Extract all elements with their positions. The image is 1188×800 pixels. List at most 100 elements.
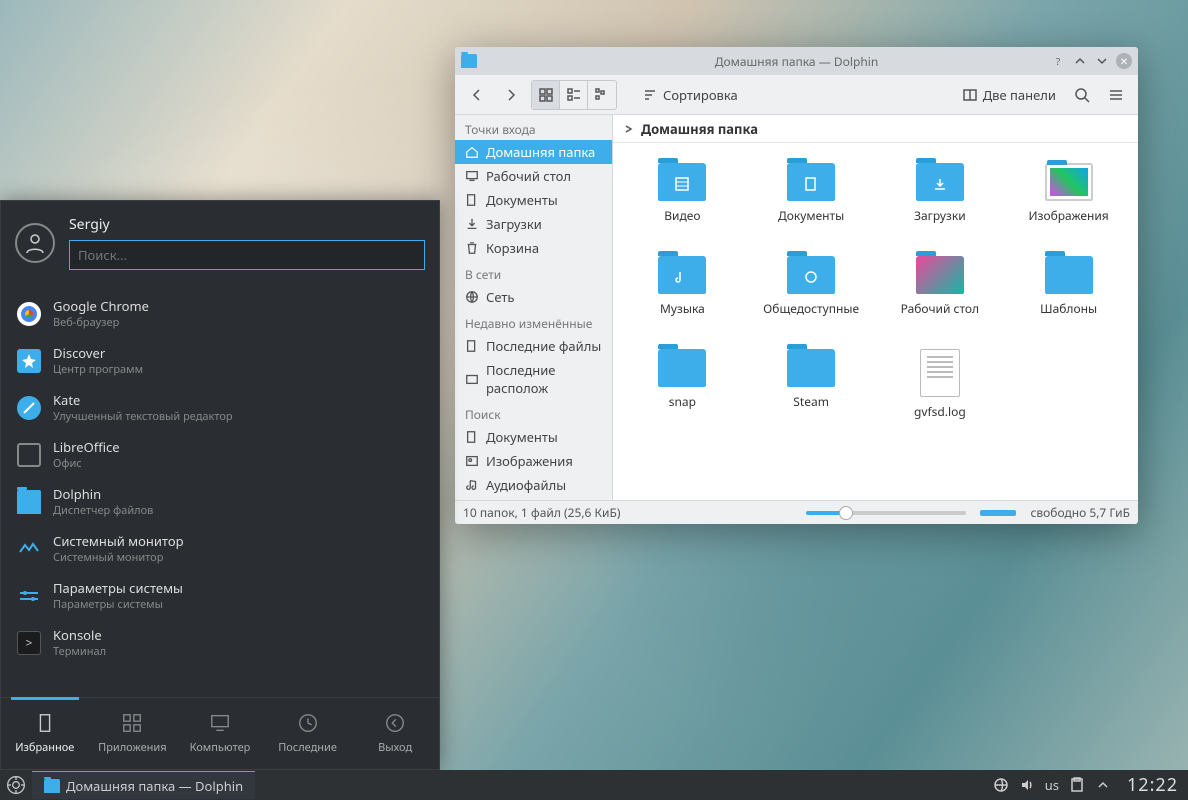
system-tray: us 12:22 xyxy=(993,773,1184,797)
folder-item[interactable]: Музыка xyxy=(623,252,742,321)
app-name: Системный монитор xyxy=(53,532,183,550)
folder-icon xyxy=(916,163,964,201)
clipboard-icon[interactable] xyxy=(1069,777,1085,793)
places-section-header: Точки входа xyxy=(455,115,612,140)
place-recent-files[interactable]: Последние файлы xyxy=(455,334,612,358)
places-section-recent: Недавно изменённые xyxy=(455,309,612,334)
places-section-search: Поиск xyxy=(455,400,612,425)
place-documents[interactable]: Документы xyxy=(455,188,612,212)
task-title: Домашняя папка — Dolphin xyxy=(66,777,243,795)
sort-label: Сортировка xyxy=(663,86,738,104)
tab-recent[interactable]: Последние xyxy=(264,698,352,769)
folder-item[interactable]: Изображения xyxy=(1009,159,1128,228)
network-icon[interactable] xyxy=(993,777,1009,793)
app-sysmon[interactable]: Системный мониторСистемный монитор xyxy=(1,525,439,572)
sort-button[interactable]: Сортировка xyxy=(637,86,744,104)
app-name: LibreOffice xyxy=(53,438,120,456)
view-mode-group xyxy=(531,80,617,110)
breadcrumb[interactable]: Домашняя папка xyxy=(613,115,1138,143)
toolbar: Сортировка Две панели xyxy=(455,75,1138,115)
tab-leave[interactable]: Выход xyxy=(351,698,439,769)
start-menu: Sergiy Google ChromeВеб-браузерDiscoverЦ… xyxy=(0,200,440,770)
folder-item[interactable]: Шаблоны xyxy=(1009,252,1128,321)
folder-icon xyxy=(658,349,706,387)
icons-view-button[interactable] xyxy=(532,81,560,109)
zoom-slider[interactable] xyxy=(806,511,966,515)
folder-icon xyxy=(1045,163,1093,201)
folder-item[interactable]: Steam xyxy=(752,345,871,424)
app-name: Kate xyxy=(53,391,233,409)
app-chrome[interactable]: Google ChromeВеб-браузер xyxy=(1,290,439,337)
discover-icon xyxy=(17,349,41,373)
folder-icon xyxy=(44,779,60,793)
compact-view-button[interactable] xyxy=(560,81,588,109)
keyboard-layout-indicator[interactable]: us xyxy=(1045,776,1059,794)
tab-applications[interactable]: Приложения xyxy=(89,698,177,769)
place-home[interactable]: Домашняя папка xyxy=(455,140,612,164)
place-downloads[interactable]: Загрузки xyxy=(455,212,612,236)
place-network[interactable]: Сеть xyxy=(455,285,612,309)
maximize-button[interactable] xyxy=(1094,53,1110,69)
folder-icon xyxy=(787,163,835,201)
app-name: Параметры системы xyxy=(53,579,183,597)
folder-item[interactable]: Рабочий стол xyxy=(881,252,1000,321)
libre-icon xyxy=(17,443,41,467)
folder-item[interactable]: Документы xyxy=(752,159,871,228)
kate-icon xyxy=(17,396,41,420)
statusbar: 10 папок, 1 файл (25,6 КиБ) свободно 5,7… xyxy=(455,500,1138,524)
file-item[interactable]: gvfsd.log xyxy=(881,345,1000,424)
app-desc: Параметры системы xyxy=(53,597,183,612)
breadcrumb-home[interactable]: Домашняя папка xyxy=(641,120,758,138)
taskbar-task-dolphin[interactable]: Домашняя папка — Dolphin xyxy=(32,771,255,799)
place-search-documents[interactable]: Документы xyxy=(455,425,612,449)
app-discover[interactable]: DiscoverЦентр программ xyxy=(1,337,439,384)
app-settings[interactable]: Параметры системыПараметры системы xyxy=(1,572,439,619)
file-label: Видео xyxy=(664,207,700,224)
place-search-images[interactable]: Изображения xyxy=(455,449,612,473)
app-libre[interactable]: LibreOfficeОфис xyxy=(1,431,439,478)
help-button[interactable]: ? xyxy=(1050,53,1066,69)
details-view-button[interactable] xyxy=(588,81,616,109)
place-search-audio[interactable]: Аудиофайлы xyxy=(455,473,612,497)
app-name: Konsole xyxy=(53,626,106,644)
place-desktop[interactable]: Рабочий стол xyxy=(455,164,612,188)
file-label: Документы xyxy=(778,207,844,224)
folder-item[interactable]: Видео xyxy=(623,159,742,228)
file-label: Изображения xyxy=(1029,207,1109,224)
split-view-button[interactable]: Две панели xyxy=(957,86,1062,104)
folder-item[interactable]: Общедоступные xyxy=(752,252,871,321)
start-menu-header: Sergiy xyxy=(1,201,439,284)
app-konsole[interactable]: >KonsoleТерминал xyxy=(1,619,439,666)
file-label: Steam xyxy=(793,393,829,410)
tray-expand-icon[interactable] xyxy=(1095,777,1111,793)
app-dolphin[interactable]: DolphinДиспетчер файлов xyxy=(1,478,439,525)
tab-favorites[interactable]: Избранное xyxy=(1,698,89,769)
folder-item[interactable]: Загрузки xyxy=(881,159,1000,228)
hamburger-menu-button[interactable] xyxy=(1102,81,1130,109)
app-desc: Центр программ xyxy=(53,362,143,377)
search-input[interactable] xyxy=(69,240,425,270)
close-button[interactable]: ✕ xyxy=(1116,53,1132,69)
folder-icon xyxy=(658,163,706,201)
app-kate[interactable]: KateУлучшенный текстовый редактор xyxy=(1,384,439,431)
folder-icon xyxy=(916,256,964,294)
forward-button[interactable] xyxy=(497,81,525,109)
folder-icon xyxy=(1045,256,1093,294)
search-button[interactable] xyxy=(1068,81,1096,109)
dolphin-icon xyxy=(17,490,41,514)
back-button[interactable] xyxy=(463,81,491,109)
file-label: gvfsd.log xyxy=(914,403,966,420)
clock[interactable]: 12:22 xyxy=(1121,773,1184,797)
taskbar: Домашняя папка — Dolphin us 12:22 xyxy=(0,770,1188,800)
minimize-button[interactable] xyxy=(1072,53,1088,69)
folder-item[interactable]: snap xyxy=(623,345,742,424)
place-recent-locations[interactable]: Последние располож xyxy=(455,358,612,400)
user-avatar[interactable] xyxy=(15,223,55,263)
tab-computer[interactable]: Компьютер xyxy=(176,698,264,769)
place-trash[interactable]: Корзина xyxy=(455,236,612,260)
file-label: Загрузки xyxy=(914,207,966,224)
volume-icon[interactable] xyxy=(1019,777,1035,793)
window-titlebar[interactable]: Домашняя папка — Dolphin ? ✕ xyxy=(455,47,1138,75)
folder-icon xyxy=(658,256,706,294)
application-launcher-button[interactable] xyxy=(4,773,28,797)
